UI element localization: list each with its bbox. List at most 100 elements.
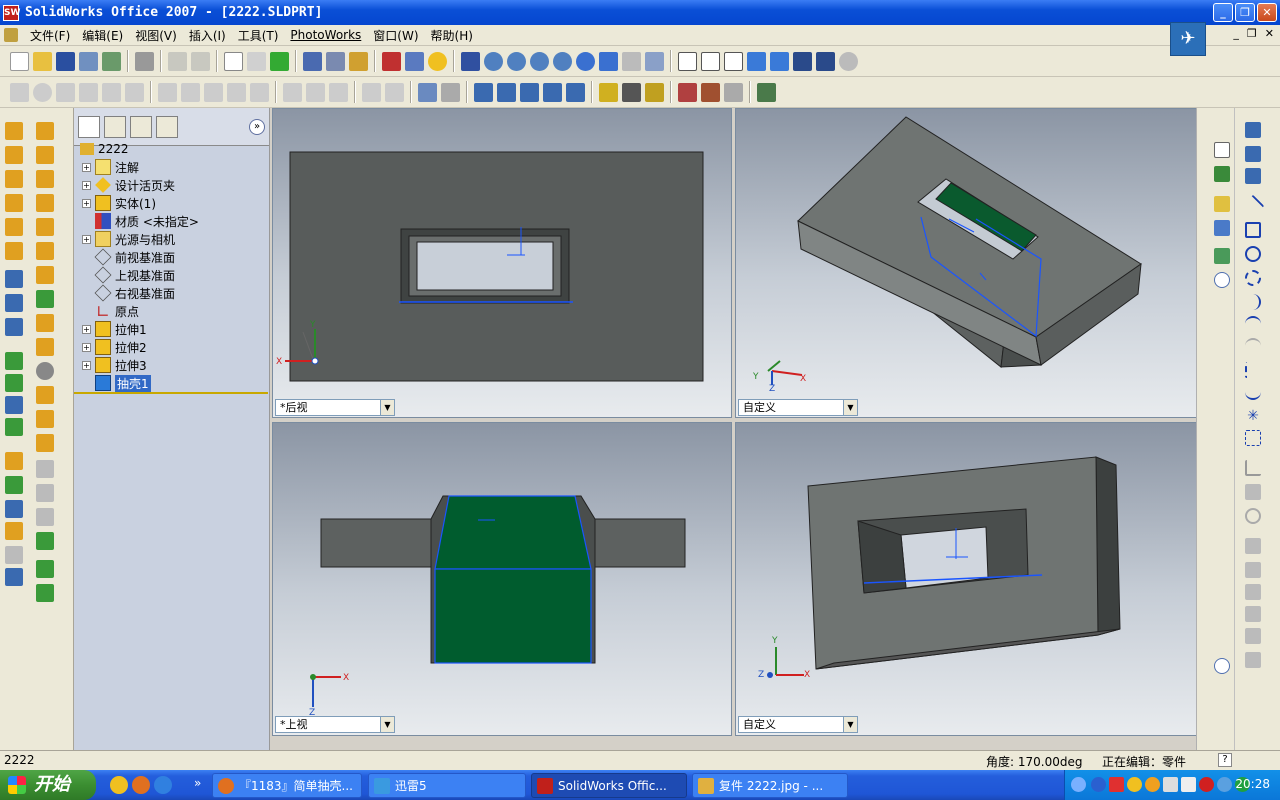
circle-icon[interactable] <box>33 82 52 102</box>
feature-manager-tab[interactable] <box>78 115 100 138</box>
shadows-icon[interactable] <box>793 51 812 71</box>
qq-icon[interactable] <box>110 776 128 794</box>
grid-options-icon[interactable] <box>303 51 322 71</box>
point-icon[interactable] <box>10 82 29 102</box>
dropdown-arrow-icon[interactable]: ▼ <box>843 400 857 415</box>
move-face-icon[interactable] <box>5 418 23 436</box>
fillet-sketch-icon[interactable] <box>227 82 246 102</box>
3d-drawing-view-icon[interactable] <box>622 51 641 71</box>
spline-icon[interactable] <box>1245 384 1261 400</box>
tray-display-icon[interactable] <box>1163 777 1178 792</box>
sketch-point-icon[interactable]: ✳ <box>1245 408 1261 424</box>
photo-decal-icon[interactable] <box>543 82 562 102</box>
tree-item-shell1[interactable]: 抽壳1 <box>95 374 151 392</box>
task-button-solidworks[interactable]: SolidWorks Offic... <box>531 773 687 798</box>
move-entities-icon[interactable] <box>1245 606 1261 622</box>
mirror-entities-icon[interactable] <box>1245 484 1261 500</box>
select-other-icon[interactable] <box>247 51 266 71</box>
viewport-scrollbar[interactable] <box>1196 108 1210 750</box>
edit-sketch-icon[interactable] <box>418 82 437 102</box>
help-question-icon[interactable] <box>428 51 447 71</box>
exit-sketch-icon[interactable] <box>441 82 460 102</box>
relations-icon[interactable] <box>181 82 200 102</box>
view-layout-icon[interactable] <box>405 51 424 71</box>
photo-scene-icon[interactable] <box>520 82 539 102</box>
print-icon[interactable] <box>135 51 154 71</box>
offset-entities-icon[interactable] <box>1245 508 1261 524</box>
menu-view[interactable]: 视图(V) <box>129 27 183 44</box>
task-button-xunlei[interactable]: 迅雷5 <box>368 773 526 798</box>
viewport-top[interactable]: X Z *上视 ▼ <box>272 422 732 736</box>
tree-item-top-plane[interactable]: 上视基准面 <box>94 266 175 284</box>
view-selector[interactable]: 自定义 ▼ <box>738 716 858 733</box>
redo-icon[interactable] <box>191 51 210 71</box>
linear-pattern-feature-icon[interactable] <box>5 294 23 312</box>
toolbox-icon[interactable] <box>678 82 697 102</box>
dropdown-arrow-icon[interactable]: ▼ <box>380 400 394 415</box>
tree-item-extrude2[interactable]: + 拉伸2 <box>82 338 147 356</box>
tray-sogou-icon[interactable] <box>1109 777 1124 792</box>
design-library-icon[interactable] <box>701 82 720 102</box>
open-folder-icon[interactable] <box>33 51 52 71</box>
wrap-icon[interactable] <box>36 410 54 428</box>
expand-icon[interactable]: + <box>82 324 91 334</box>
zoom-in-out-icon[interactable] <box>530 51 549 71</box>
make-drawing-icon[interactable] <box>79 51 98 71</box>
new-file-icon[interactable] <box>10 51 29 71</box>
extend-entities-icon[interactable] <box>1245 584 1261 600</box>
centerpoint-arc-icon[interactable] <box>1245 270 1261 286</box>
thicken-icon[interactable] <box>36 508 54 526</box>
linear-sketch-pattern-icon[interactable] <box>1245 628 1261 644</box>
tree-item-material[interactable]: 材质 <未指定> <box>95 212 199 230</box>
design-library-tab-icon[interactable] <box>1214 166 1230 182</box>
rebuild-icon[interactable] <box>349 51 368 71</box>
tree-item-origin[interactable]: 原点 <box>95 302 139 320</box>
firefox-icon[interactable] <box>132 776 150 794</box>
zoom-selection-icon[interactable] <box>553 51 572 71</box>
tray-shield-icon[interactable] <box>1217 777 1232 792</box>
split-line-icon[interactable] <box>5 396 23 414</box>
viewport-iso-bottom[interactable]: Y X Z 自定义 ▼ <box>735 422 1197 736</box>
minimize-button[interactable]: _ <box>1213 3 1233 22</box>
extruded-boss-icon[interactable] <box>5 122 23 140</box>
centerline-icon[interactable] <box>1245 362 1261 378</box>
material-icon[interactable] <box>382 51 401 71</box>
menu-help[interactable]: 帮助(H) <box>425 27 479 44</box>
knit-surface-icon[interactable] <box>36 532 54 550</box>
zoom-area-icon[interactable] <box>507 51 526 71</box>
property-manager-tab[interactable] <box>104 115 126 138</box>
tree-root[interactable]: 2222 <box>80 140 129 158</box>
view-palette-tab-icon[interactable] <box>1214 248 1230 264</box>
realview-icon[interactable] <box>839 51 858 71</box>
grid-icon[interactable] <box>306 82 325 102</box>
measure-icon[interactable] <box>461 51 480 71</box>
view-selector[interactable]: *后视 ▼ <box>275 399 395 416</box>
sketch-settings-icon[interactable] <box>326 51 345 71</box>
hidden-lines-removed-icon[interactable] <box>724 51 743 71</box>
menu-file[interactable]: 文件(F) <box>24 27 76 44</box>
tree-item-extrude1[interactable]: + 拉伸1 <box>82 320 147 338</box>
menu-edit[interactable]: 编辑(E) <box>76 27 129 44</box>
menu-insert[interactable]: 插入(I) <box>183 27 232 44</box>
extend-icon[interactable] <box>125 82 144 102</box>
rollback-bar[interactable] <box>74 392 268 394</box>
rotate-view-icon[interactable] <box>576 51 595 71</box>
swept-boss-icon[interactable] <box>5 170 23 188</box>
expand-icon[interactable]: + <box>82 180 91 190</box>
smart-dimension-tool-icon[interactable] <box>1245 168 1261 184</box>
task-button-thread[interactable]: 『1183』简单抽壳... <box>212 773 362 798</box>
close-button[interactable]: ✕ <box>1257 3 1277 22</box>
tray-bluetooth-icon[interactable] <box>1091 777 1106 792</box>
task-pane-icon[interactable] <box>724 82 743 102</box>
document-menu-icon[interactable] <box>4 28 18 42</box>
photoworks-tab[interactable] <box>156 115 178 138</box>
dropdown-arrow-icon[interactable]: ▼ <box>380 717 394 732</box>
dome-icon[interactable] <box>36 290 54 308</box>
viewport-back[interactable]: Y X *后视 ▼ <box>272 108 732 418</box>
3d-sketch-icon[interactable] <box>1245 146 1261 162</box>
task-button-image[interactable]: 复件 2222.jpg - ... <box>692 773 848 798</box>
reference-plane-icon[interactable] <box>5 352 23 370</box>
expand-icon[interactable]: + <box>82 360 91 370</box>
configuration-manager-tab[interactable] <box>130 115 152 138</box>
swept-cut-icon[interactable] <box>36 170 54 188</box>
